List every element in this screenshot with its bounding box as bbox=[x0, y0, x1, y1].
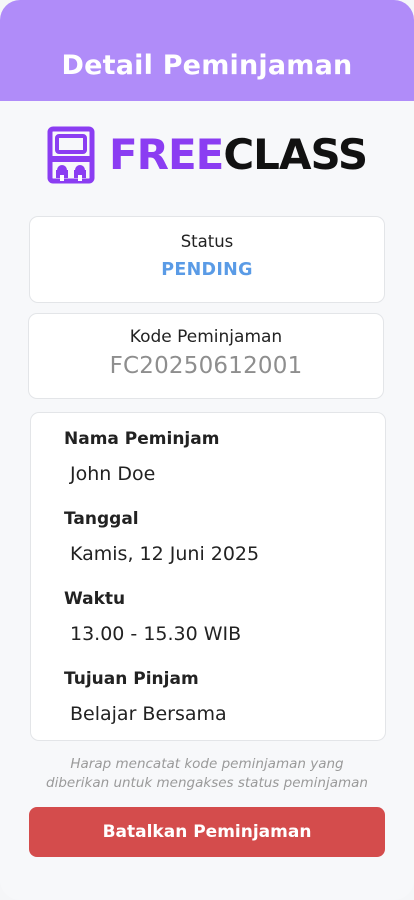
purpose-value: Belajar Bersama bbox=[70, 703, 227, 725]
brand-logo: FREECLASS bbox=[0, 125, 414, 185]
brand-name: FREECLASS bbox=[109, 134, 368, 176]
booking-code-card: Kode Peminjaman FC20250612001 bbox=[28, 313, 384, 399]
time-label: Waktu bbox=[64, 589, 126, 609]
status-label: Status bbox=[180, 232, 234, 251]
booking-code-value: FC20250612001 bbox=[109, 353, 303, 379]
time-value: 13.00 - 15.30 WIB bbox=[70, 623, 242, 645]
note-line-2: diberikan untuk mengakses status peminja… bbox=[46, 775, 368, 791]
booking-detail-screen: Detail Peminjaman FREECLASS Status PENDI… bbox=[0, 0, 414, 900]
classroom-logo-icon bbox=[47, 126, 95, 184]
page-title: Detail Peminjaman bbox=[61, 50, 353, 81]
date-value: Kamis, 12 Juni 2025 bbox=[70, 543, 260, 565]
cancel-booking-button[interactable]: Batalkan Peminjaman bbox=[29, 807, 385, 857]
borrower-name-label: Nama Peminjam bbox=[64, 429, 220, 449]
date-label: Tanggal bbox=[64, 509, 139, 529]
booking-details-card: Nama Peminjam John Doe Tanggal Kamis, 12… bbox=[30, 412, 386, 741]
booking-code-note: Harap mencatat kode peminjaman yang dibe… bbox=[0, 755, 414, 793]
purpose-label: Tujuan Pinjam bbox=[64, 669, 199, 689]
booking-code-label: Kode Peminjaman bbox=[129, 327, 283, 347]
status-card: Status PENDING bbox=[29, 216, 385, 303]
brand-name-part1: FREE bbox=[108, 130, 224, 179]
status-badge: PENDING bbox=[161, 260, 253, 280]
brand-name-part2: CLASS bbox=[223, 130, 368, 179]
borrower-name-value: John Doe bbox=[70, 463, 156, 485]
header-bar: Detail Peminjaman bbox=[0, 0, 414, 101]
note-line-1: Harap mencatat kode peminjaman yang bbox=[70, 756, 344, 772]
